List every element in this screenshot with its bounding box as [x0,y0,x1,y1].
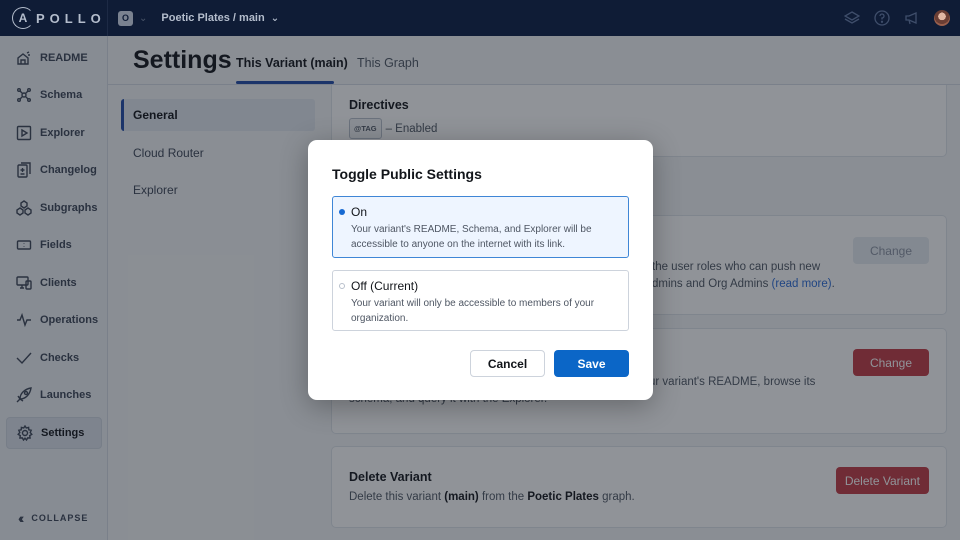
apollo-logo[interactable]: A POLLO [0,0,108,36]
chevron-down-icon: ⌄ [270,12,280,24]
graph-variant-label: Poetic Plates / main [161,12,265,24]
cancel-button[interactable]: Cancel [470,350,545,377]
option-off[interactable]: Off (Current) Your variant will only be … [332,270,629,331]
option-description: Your variant will only be accessible to … [351,298,595,324]
save-button[interactable]: Save [554,350,629,377]
user-avatar[interactable] [934,10,950,26]
org-switcher[interactable]: O [118,10,133,26]
graph-variant-selector[interactable]: Poetic Plates / main ⌄ [161,12,279,24]
option-on[interactable]: On Your variant's README, Schema, and Ex… [332,196,629,258]
megaphone-icon[interactable] [904,10,920,26]
option-label: Off (Current) [351,279,419,293]
layers-icon[interactable] [844,10,860,26]
radio-unselected-icon [339,283,345,289]
top-nav-bar: A POLLO O ⌄ Poetic Plates / main ⌄ [0,0,960,36]
option-description: Your variant's README, Schema, and Explo… [351,224,592,250]
help-icon[interactable] [874,10,890,26]
modal-title: Toggle Public Settings [332,166,482,182]
option-label: On [351,205,368,219]
chevron-down-icon[interactable]: ⌄ [139,13,147,24]
toggle-public-settings-modal: Toggle Public Settings On Your variant's… [308,140,653,400]
logo-ring-icon: A [12,7,34,29]
radio-selected-icon [339,209,345,215]
